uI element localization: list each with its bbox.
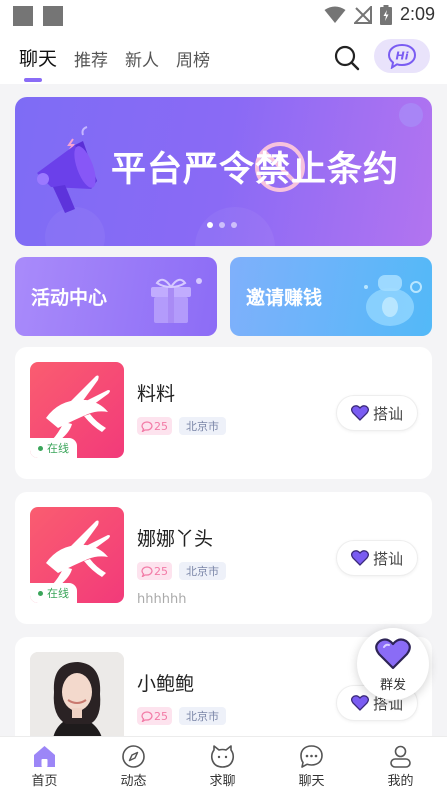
no-signal-icon (353, 5, 372, 24)
notification-icon (43, 6, 63, 26)
chat-up-label: 搭讪 (372, 404, 403, 423)
cat-face-icon (210, 745, 235, 768)
nav-home[interactable]: 首页 (0, 737, 89, 794)
nav-seek-chat[interactable]: 求聊 (178, 737, 267, 794)
invite-earn-label: 邀请赚钱 (246, 287, 323, 309)
chat-up-button[interactable]: 搭讪 (336, 540, 418, 576)
nav-chat[interactable]: 聊天 (267, 737, 356, 794)
age-tag: 25 (137, 562, 172, 580)
invite-earn-button[interactable]: 邀请赚钱 (230, 257, 432, 336)
avatar[interactable]: 在线 (30, 507, 124, 603)
compass-icon (122, 745, 145, 768)
notification-icon (13, 6, 33, 26)
chat-tag-icon (141, 420, 153, 432)
online-dot (38, 590, 43, 596)
person-icon (390, 745, 411, 768)
activity-center-button[interactable]: 活动中心 (15, 257, 217, 336)
online-badge: 在线 (30, 438, 77, 458)
hi-bubble-icon: Hi (387, 43, 417, 69)
home-icon (34, 746, 55, 767)
age-value: 25 (154, 419, 168, 433)
user-name: 小鲍鲍 (137, 673, 195, 695)
heart-icon (350, 405, 369, 421)
search-button[interactable] (333, 44, 361, 72)
chat-up-button[interactable]: 搭讪 (336, 395, 418, 431)
tab-chat[interactable]: 聊天 (19, 44, 57, 71)
age-tag: 25 (137, 707, 172, 725)
avatar[interactable]: 在线 (30, 362, 124, 458)
pagination-dot[interactable] (219, 222, 225, 228)
heart-icon (375, 638, 411, 670)
banner-title: 平台严令禁止条约 (111, 150, 400, 190)
battery-icon (379, 4, 392, 25)
activity-center-label: 活动中心 (31, 287, 108, 309)
age-value: 25 (154, 564, 168, 578)
nav-seek-chat-label: 求聊 (209, 774, 236, 789)
tab-weekly-rank[interactable]: 周榜 (176, 46, 210, 71)
clock: 2:09 (399, 4, 435, 24)
status-bar: 2:09 (0, 0, 447, 30)
online-label: 在线 (47, 442, 69, 455)
bottom-navigation: 首页 动态 求聊 聊天 我的 (0, 736, 447, 794)
user-name: 娜娜丫头 (137, 528, 214, 550)
top-header: 聊天 推荐 新人 周榜 Hi (0, 30, 447, 84)
hi-button[interactable]: Hi (374, 39, 430, 73)
user-card[interactable]: 在线 娜娜丫头 25 北京市 hhhhhh 搭讪 (15, 492, 432, 624)
user-tags: 25 北京市 (137, 707, 226, 725)
user-signature: hhhhhh (137, 592, 187, 607)
online-badge: 在线 (30, 583, 77, 603)
city-tag: 北京市 (179, 562, 226, 580)
age-value: 25 (154, 709, 168, 723)
user-name: 料料 (137, 383, 176, 405)
chat-tag-icon (141, 565, 153, 577)
mass-message-label: 群发 (379, 678, 406, 693)
chat-up-label: 搭讪 (372, 549, 403, 568)
pagination-dot[interactable] (207, 222, 213, 228)
nav-moments[interactable]: 动态 (89, 737, 178, 794)
chat-tag-icon (141, 710, 153, 722)
promo-banner[interactable]: 平台严令禁止条约 (15, 97, 432, 246)
gift-box-icon (151, 278, 202, 323)
active-tab-indicator (24, 78, 42, 82)
wifi-icon (324, 6, 346, 23)
tab-recommend[interactable]: 推荐 (74, 46, 108, 71)
banner-pagination (207, 222, 237, 228)
online-dot (38, 445, 43, 451)
avatar[interactable] (30, 652, 124, 748)
mass-message-button[interactable]: 群发 (357, 628, 429, 700)
heart-icon (350, 695, 369, 711)
nav-chat-label: 聊天 (298, 774, 325, 789)
search-icon (334, 45, 360, 71)
city-tag: 北京市 (179, 707, 226, 725)
user-photo (30, 652, 124, 748)
user-tags: 25 北京市 (137, 417, 226, 435)
money-bag-icon (364, 275, 422, 326)
city-tag: 北京市 (179, 417, 226, 435)
svg-text:Hi: Hi (396, 50, 409, 63)
megaphone-icon (37, 126, 97, 213)
pagination-dot[interactable] (231, 222, 237, 228)
nav-home-label: 首页 (31, 774, 58, 789)
nav-moments-label: 动态 (120, 774, 147, 789)
chat-bubble-icon (300, 745, 323, 768)
age-tag: 25 (137, 417, 172, 435)
nav-me[interactable]: 我的 (356, 737, 445, 794)
tab-newcomers[interactable]: 新人 (125, 46, 159, 71)
user-tags: 25 北京市 (137, 562, 226, 580)
heart-icon (350, 550, 369, 566)
online-label: 在线 (47, 587, 69, 600)
user-card[interactable]: 在线 料料 25 北京市 搭讪 (15, 347, 432, 479)
nav-me-label: 我的 (387, 774, 414, 789)
